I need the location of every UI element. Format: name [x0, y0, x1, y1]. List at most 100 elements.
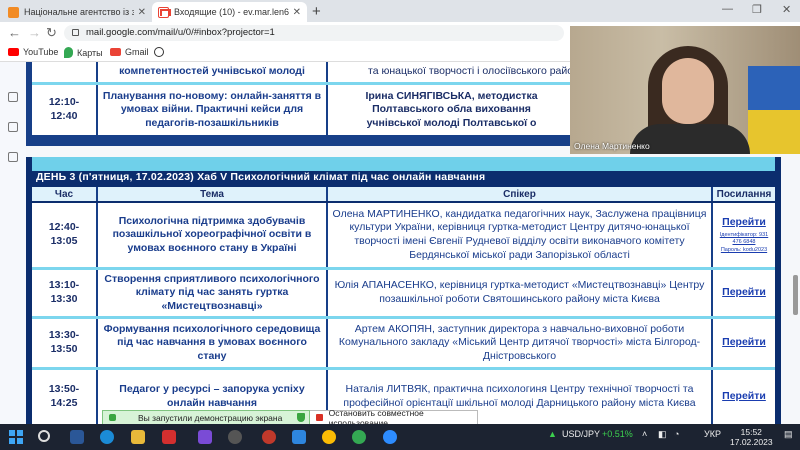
file-explorer-icon[interactable]: [131, 430, 145, 444]
topic-cell: Психологічна підтримка здобувачів позашк…: [98, 203, 328, 267]
bookmark-label: YouTube: [23, 47, 59, 57]
table-row: 13:30-13:50 Формування психологічного се…: [32, 319, 775, 367]
topic-cell: компетентностей учнівської молоді: [98, 62, 328, 82]
table-row: 13:10-13:30 Створення сприятливого психо…: [32, 270, 775, 316]
topic-cell: Планування по-новому: онлайн-заняття в у…: [98, 85, 328, 135]
back-arrow-icon[interactable]: ←: [8, 25, 21, 40]
url-bar[interactable]: mail.google.com/mail/u/0/#inbox?projecto…: [64, 25, 564, 41]
share-indicator-icon: [109, 414, 116, 421]
speaker-cell: Олена МАРТИНЕНКО, кандидатка педагогічни…: [328, 203, 713, 267]
globe-icon[interactable]: [154, 47, 164, 57]
clock[interactable]: 15:52 17.02.2023: [730, 427, 773, 447]
network-icon[interactable]: ◧: [658, 429, 667, 440]
lock-icon: [72, 29, 79, 36]
language-indicator[interactable]: УКР: [704, 429, 721, 439]
join-link[interactable]: Перейти: [722, 286, 766, 300]
share-status: Вы запустили демонстрацию экрана: [102, 410, 310, 425]
gmail-icon: [110, 48, 121, 56]
edge-icon[interactable]: [100, 430, 114, 444]
time-cell: 13:10-13:30: [32, 270, 98, 316]
opera-icon[interactable]: [262, 430, 276, 444]
scrollbar[interactable]: [793, 275, 798, 315]
join-link[interactable]: Перейти: [722, 216, 766, 230]
chrome-icon[interactable]: [322, 430, 336, 444]
bookmark-label: Gmail: [125, 47, 149, 57]
url-text: mail.google.com/mail/u/0/#inbox?projecto…: [86, 27, 275, 38]
close-tab-icon[interactable]: ✕: [293, 7, 301, 18]
speaker-cell: Юлія АПАНАСЕНКО, керівниця гуртка-методи…: [328, 270, 713, 316]
bookmark-youtube[interactable]: YouTube: [8, 47, 58, 57]
time-cell: 13:30-13:50: [32, 319, 98, 367]
tab-gmail-inbox[interactable]: Входящие (10) - ev.mar.len68@gmail ✕: [152, 2, 307, 22]
stop-sharing-button[interactable]: Остановить совместное использование: [310, 408, 478, 428]
stock-up-icon: ▲: [548, 429, 557, 439]
zoom-icon[interactable]: [383, 430, 397, 444]
decor-band: [32, 157, 775, 171]
clock-time: 15:52: [740, 427, 762, 437]
bookmark-gmail[interactable]: Gmail: [110, 47, 149, 57]
gmail-favicon-icon: [158, 6, 171, 18]
person-face: [662, 58, 714, 124]
header-topic: Тема: [98, 187, 328, 201]
link-cell: Перейти: [713, 319, 775, 367]
windows-taskbar: ▲ USD/JPY +0.51% ˄ ◧ ◔ УКР 15:52 17.02.2…: [0, 424, 800, 450]
join-link[interactable]: Перейти: [722, 390, 766, 404]
flag-blue: [748, 66, 800, 110]
bookmark-label: Карты: [77, 47, 103, 58]
participant-name: Олена Мартиненко: [574, 141, 650, 151]
app-icon[interactable]: [198, 430, 212, 444]
notification-icon[interactable]: ▤: [784, 429, 793, 440]
shared-schedule-day3: ДЕНЬ 3 (п'ятниця, 17.02.2023) Хаб V Псих…: [26, 157, 781, 424]
inbox-icon[interactable]: [8, 92, 18, 102]
link-cell: Перейти: [713, 270, 775, 316]
meeting-id: Ідентифікатор: 931 476 6848: [719, 231, 769, 245]
snoozed-icon[interactable]: [8, 152, 18, 162]
tab-title: Національне агентство із забезпечення: [24, 7, 134, 17]
tab-title: Входящие (10) - ev.mar.len68@gmail: [174, 7, 289, 17]
gmail-sidebar: [0, 62, 26, 424]
time-cell: 13:50-14:25: [32, 370, 98, 424]
close-window-icon[interactable]: ✕: [782, 3, 791, 16]
header-time: Час: [32, 187, 98, 201]
header-speaker: Спікер: [328, 187, 713, 201]
time-cell: 12:10- 12:40: [32, 85, 98, 135]
time-cell: [32, 62, 98, 82]
shield-icon: [297, 413, 305, 422]
maps-pin-icon: [64, 47, 73, 58]
flag-yellow: [748, 110, 800, 154]
telegram-icon[interactable]: [292, 430, 306, 444]
yandex-icon[interactable]: [162, 430, 176, 444]
starred-icon[interactable]: [8, 122, 18, 132]
tray-chevron-icon[interactable]: ˄: [642, 429, 647, 439]
share-status-text: Вы запустили демонстрацию экрана: [138, 412, 283, 423]
chrome-icon[interactable]: [352, 430, 366, 444]
screen-share-bar: Вы запустили демонстрацию экрана Останов…: [102, 408, 478, 428]
start-icon[interactable]: [9, 430, 23, 444]
close-tab-icon[interactable]: ✕: [138, 7, 146, 18]
word-icon[interactable]: [70, 430, 84, 444]
table-header: Час Тема Спікер Посилання: [32, 187, 775, 201]
maximize-window-icon[interactable]: ❐: [752, 3, 762, 16]
app-icon[interactable]: [228, 430, 242, 444]
ticker-change: +0.51%: [602, 429, 633, 439]
forward-arrow-icon[interactable]: →: [28, 25, 41, 40]
reload-icon[interactable]: ↻: [46, 25, 57, 41]
new-tab-plus-icon[interactable]: +: [312, 3, 321, 20]
tab-national-agency[interactable]: Національне агентство із забезпечення ✕: [2, 2, 152, 22]
link-cell: Перейти Ідентифікатор: 931 476 6848 Паро…: [713, 203, 775, 267]
bookmark-maps[interactable]: Карты: [64, 47, 103, 58]
day-title: ДЕНЬ 3 (п'ятниця, 17.02.2023) Хаб V Псих…: [36, 171, 486, 183]
topic-cell: Створення сприятливого психологічного кл…: [98, 270, 328, 316]
topic-cell: Формування психологічного середовища під…: [98, 319, 328, 367]
ticker-label[interactable]: USD/JPY: [562, 429, 600, 439]
link-cell: Перейти: [713, 370, 775, 424]
header-link: Посилання: [716, 188, 772, 200]
search-icon[interactable]: [38, 430, 50, 442]
join-link[interactable]: Перейти: [722, 336, 766, 350]
site-favicon-icon: [8, 6, 19, 18]
webcam-video[interactable]: Олена Мартиненко: [570, 26, 800, 154]
browser-tab-bar: Національне агентство із забезпечення ✕ …: [0, 0, 800, 22]
minimize-window-icon[interactable]: —: [722, 3, 733, 15]
speaker-cell: Артем АКОПЯН, заступник директора з навч…: [328, 319, 713, 367]
volume-icon[interactable]: ◔: [674, 429, 679, 439]
